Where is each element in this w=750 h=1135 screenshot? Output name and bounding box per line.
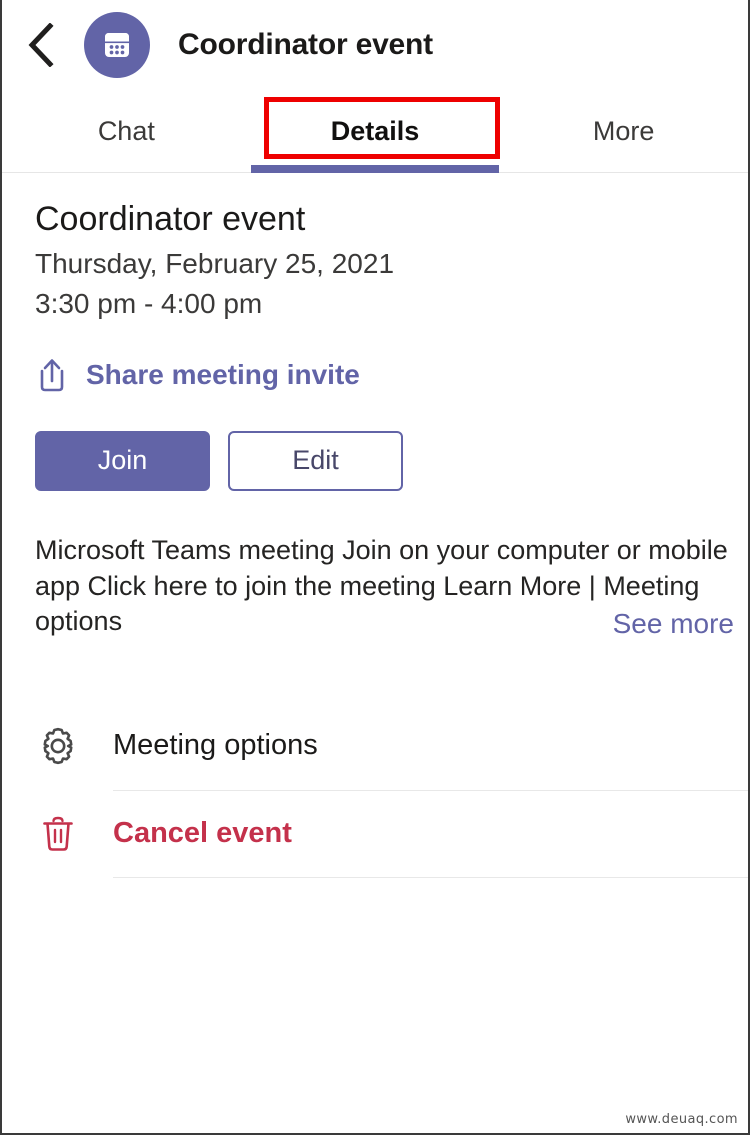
app-header: Coordinator event [2,0,748,90]
event-title: Coordinator event [35,200,306,238]
meeting-options-label: Meeting options [113,729,318,762]
join-button[interactable]: Join [35,430,210,491]
watermark: www.deuaq.com [625,1112,738,1127]
meeting-options-row[interactable]: Meeting options [35,702,748,790]
share-icon [40,359,64,392]
join-button-label: Join [97,445,148,476]
cancel-event-icon-wrap [35,813,113,855]
edit-button[interactable]: Edit [228,430,403,491]
event-time: 3:30 pm - 4:00 pm [35,288,263,320]
meeting-description-block: Microsoft Teams meeting Join on your com… [35,533,748,640]
meeting-options-icon-wrap [35,725,113,767]
tab-more-label: More [592,115,655,146]
tab-chat-label: Chat [97,115,155,146]
share-meeting-invite-link[interactable]: Share meeting invite [35,356,360,394]
tab-details-label: Details [330,115,420,146]
share-meeting-invite-label: Share meeting invite [86,358,360,390]
trash-icon [43,816,73,851]
see-more-link[interactable]: See more [602,607,734,640]
cancel-event-row[interactable]: Cancel event [35,789,748,878]
chevron-left-icon [28,23,54,67]
details-panel: Coordinator event Thursday, February 25,… [2,173,748,878]
cancel-event-label: Cancel event [113,817,292,850]
action-button-row: Join Edit [35,430,748,491]
event-date: Thursday, February 25, 2021 [35,248,395,280]
avatar [84,12,150,78]
gear-icon [43,727,73,764]
calendar-icon [105,33,129,57]
page-title: Coordinator event [178,28,433,61]
tab-chat[interactable]: Chat [2,90,251,172]
tab-details[interactable]: Details [250,90,500,173]
action-list: Meeting options Cancel event [35,702,748,878]
edit-button-label: Edit [292,445,339,476]
tab-bar: Chat Details More [2,90,748,173]
back-button[interactable] [20,18,62,72]
tab-more[interactable]: More [499,90,748,172]
